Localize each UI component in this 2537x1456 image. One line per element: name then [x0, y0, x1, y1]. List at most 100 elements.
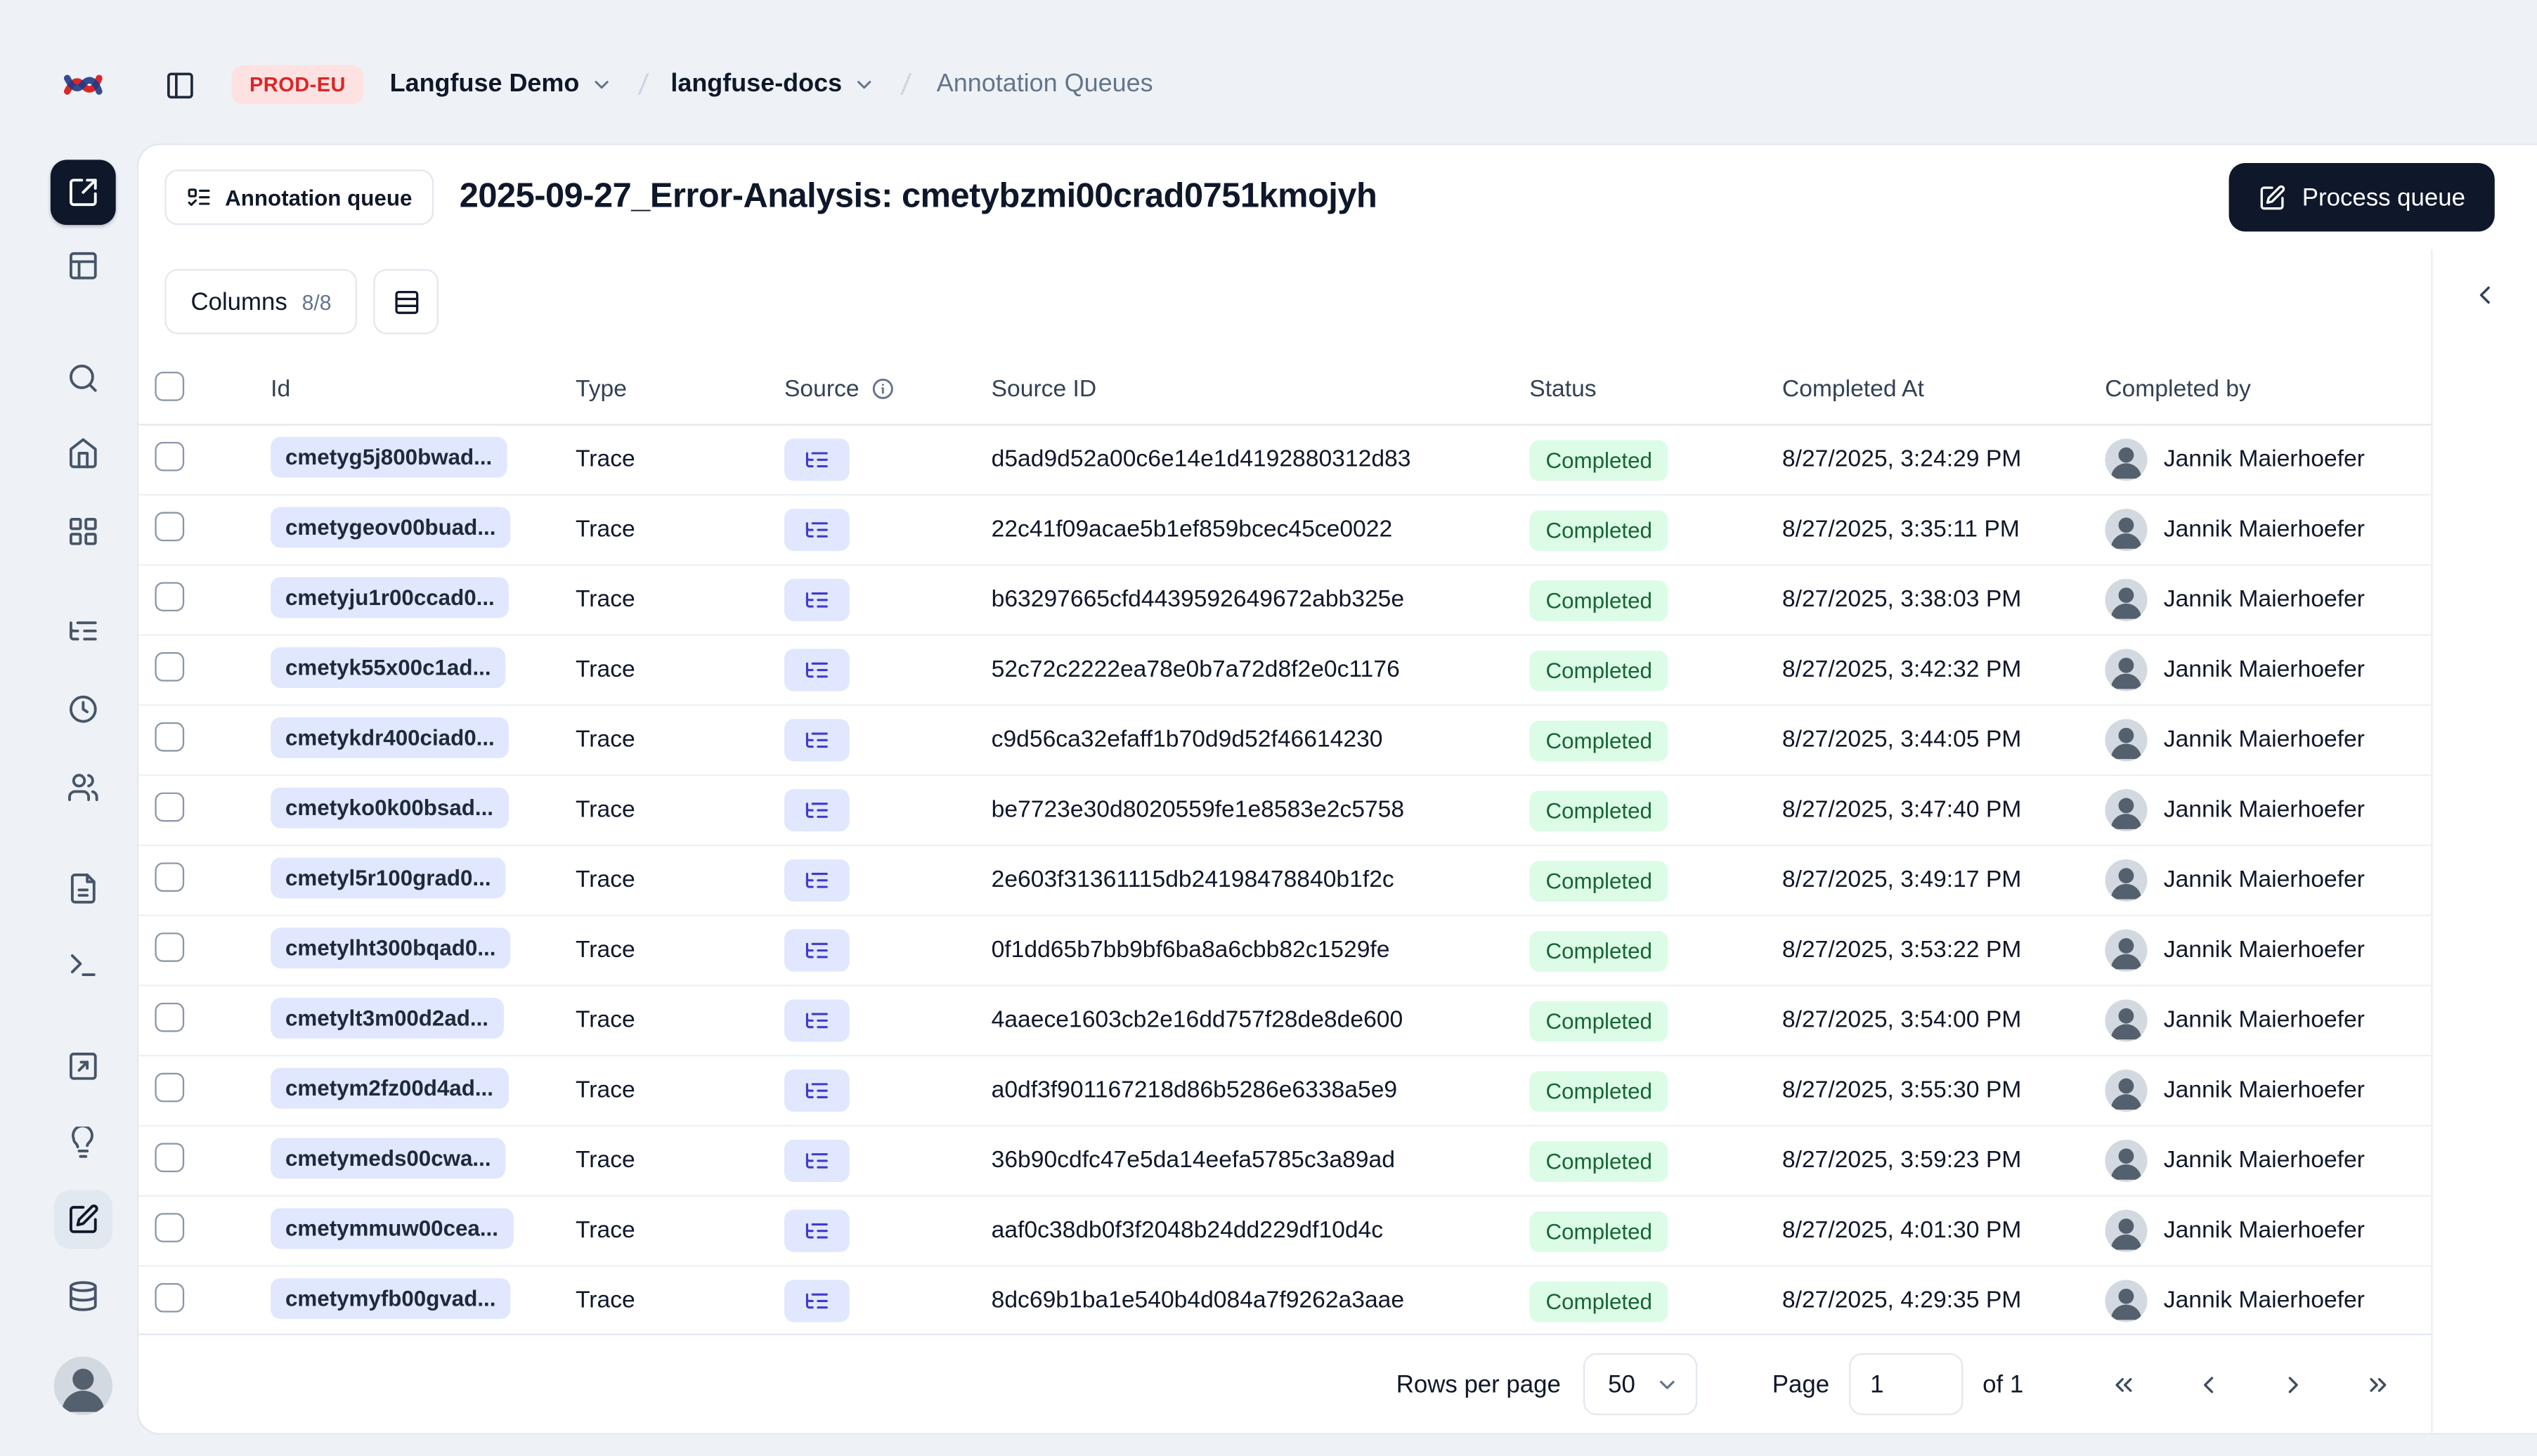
row-id-link[interactable]: cmetylht300bqad0...: [271, 926, 511, 968]
row-checkbox[interactable]: [155, 652, 185, 682]
datasets-button[interactable]: [54, 1267, 113, 1326]
chevron-right-icon: [2278, 1370, 2306, 1398]
row-checkbox[interactable]: [155, 792, 185, 822]
source-chip[interactable]: [784, 859, 850, 902]
select-all-checkbox[interactable]: [155, 370, 185, 401]
row-id-link[interactable]: cmetym2fz00d4ad...: [271, 1067, 508, 1108]
row-id-link[interactable]: cmetyju1r00ccad0...: [271, 576, 510, 618]
process-queue-button[interactable]: Process queue: [2228, 163, 2495, 232]
row-id-link[interactable]: cmetyg5j800bwad...: [271, 436, 507, 477]
process-queue-label: Process queue: [2302, 183, 2465, 212]
row-completed-at: 8/27/2025, 4:01:30 PM: [1782, 1218, 2022, 1244]
row-height-button[interactable]: [373, 268, 439, 334]
users-button[interactable]: [54, 758, 113, 817]
prompts-button[interactable]: [54, 936, 113, 995]
trace-tree-icon: [804, 727, 830, 753]
columns-button[interactable]: Columns 8/8: [164, 268, 358, 334]
source-chip[interactable]: [784, 719, 850, 762]
dashboards-button[interactable]: [54, 502, 113, 561]
table-row[interactable]: cmetymyfb00gvad... Trace 8dc69b1ba1e540b…: [138, 1267, 2431, 1334]
rows-per-page-select[interactable]: 50: [1583, 1353, 1698, 1415]
source-chip[interactable]: [784, 1139, 850, 1183]
row-checkbox[interactable]: [155, 1213, 185, 1242]
row-checkbox[interactable]: [155, 932, 185, 962]
table-row[interactable]: cmetyk55x00c1ad... Trace 52c72c2222ea78e…: [138, 636, 2432, 706]
row-checkbox[interactable]: [155, 1072, 185, 1103]
table-view-icon: [67, 249, 99, 282]
row-source-id: 4aaece1603cb2e16dd757f28de8de600: [991, 1007, 1403, 1034]
row-checkbox[interactable]: [155, 582, 185, 612]
table-row[interactable]: cmetykdr400ciad0... Trace c9d56ca32efaff…: [138, 706, 2432, 776]
source-chip[interactable]: [784, 508, 850, 552]
source-chip[interactable]: [784, 438, 850, 481]
source-chip[interactable]: [784, 649, 850, 691]
source-chip[interactable]: [784, 1280, 850, 1322]
annotation-queues-button[interactable]: [53, 1190, 113, 1249]
table-row[interactable]: cmetygeov00buad... Trace 22c41f09acae5b1…: [138, 495, 2432, 566]
main-panel: Annotation queue 2025-09-27_Error-Analys…: [136, 143, 2537, 1435]
table-row[interactable]: cmetymeds00cwa... Trace 36b90cdfc47e5da1…: [138, 1126, 2432, 1197]
row-id-link[interactable]: cmetymyfb00gvad...: [271, 1277, 511, 1318]
sessions-button[interactable]: [54, 680, 113, 739]
first-page-button[interactable]: [2095, 1356, 2150, 1412]
tracing-icon: [67, 615, 99, 647]
breadcrumb-project[interactable]: langfuse-docs: [670, 70, 876, 100]
row-id-link[interactable]: cmetymmuw00cea...: [271, 1207, 513, 1249]
playground-button[interactable]: [54, 1037, 113, 1096]
sessions-icon: [67, 693, 99, 725]
row-checkbox[interactable]: [155, 862, 185, 892]
row-status-badge: Completed: [1529, 930, 1669, 971]
table-view-button[interactable]: [54, 236, 113, 295]
source-chip[interactable]: [784, 929, 850, 972]
info-icon[interactable]: [871, 377, 895, 401]
source-chip[interactable]: [784, 1069, 850, 1112]
table-row[interactable]: cmetyko0k00bsad... Trace be7723e30d80205…: [138, 776, 2432, 847]
row-completed-at: 8/27/2025, 3:24:29 PM: [1782, 446, 2022, 473]
users-icon: [67, 771, 99, 803]
table-row[interactable]: cmetymmuw00cea... Trace aaf0c38db0f3f204…: [138, 1197, 2432, 1267]
row-checkbox[interactable]: [155, 722, 185, 752]
source-chip[interactable]: [784, 578, 850, 621]
next-page-button[interactable]: [2265, 1356, 2321, 1412]
user-menu-avatar[interactable]: [53, 1356, 113, 1415]
scores-button[interactable]: [54, 859, 113, 918]
environment-badge[interactable]: PROD-EU: [231, 65, 364, 105]
breadcrumb-page[interactable]: Annotation Queues: [937, 70, 1153, 100]
table-row[interactable]: cmetyl5r100grad0... Trace 2e603f31361115…: [138, 846, 2432, 916]
table-row[interactable]: cmetyg5j800bwad... Trace d5ad9d52a00c6e1…: [138, 426, 2432, 496]
row-checkbox[interactable]: [155, 512, 185, 542]
langfuse-logo-icon[interactable]: [62, 63, 104, 105]
previous-page-button[interactable]: [2180, 1356, 2236, 1412]
table-row[interactable]: cmetylt3m00d2ad... Trace 4aaece1603cb2e1…: [138, 987, 2432, 1057]
open-external-button[interactable]: [50, 160, 116, 226]
breadcrumb-organization[interactable]: Langfuse Demo: [390, 70, 614, 100]
row-id-link[interactable]: cmetygeov00buad...: [271, 506, 511, 547]
table-row[interactable]: cmetyju1r00ccad0... Trace b63297665cfd44…: [138, 566, 2432, 636]
table-row[interactable]: cmetylht300bqad0... Trace 0f1dd65b7bb9bf…: [138, 916, 2432, 987]
source-chip[interactable]: [784, 999, 850, 1042]
row-id-link[interactable]: cmetylt3m00d2ad...: [271, 996, 503, 1038]
row-id-link[interactable]: cmetykdr400ciad0...: [271, 716, 510, 758]
row-id-link[interactable]: cmetymeds00cwa...: [271, 1137, 506, 1178]
source-chip[interactable]: [784, 788, 850, 832]
evaluation-button[interactable]: [54, 1114, 113, 1173]
row-checkbox[interactable]: [155, 1002, 185, 1032]
row-checkbox[interactable]: [155, 441, 185, 472]
table-header-row: Id Type Source Source ID Status Complete…: [138, 353, 2432, 426]
row-id-link[interactable]: cmetyl5r100grad0...: [271, 857, 506, 898]
collapse-panel-button[interactable]: [2459, 269, 2511, 321]
table-row[interactable]: cmetym2fz00d4ad... Trace a0df3f901167218…: [138, 1056, 2432, 1127]
search-icon: [67, 362, 99, 394]
home-button[interactable]: [54, 424, 113, 483]
row-completed-at: 8/27/2025, 3:42:32 PM: [1782, 657, 2022, 684]
tracing-button[interactable]: [54, 602, 113, 661]
row-checkbox[interactable]: [155, 1143, 185, 1173]
search-button[interactable]: [54, 349, 113, 408]
sidebar-toggle-button[interactable]: [153, 59, 205, 111]
row-checkbox[interactable]: [155, 1282, 185, 1313]
last-page-button[interactable]: [2349, 1356, 2405, 1412]
row-id-link[interactable]: cmetyko0k00bsad...: [271, 786, 508, 828]
source-chip[interactable]: [784, 1209, 850, 1252]
page-number-input[interactable]: [1848, 1353, 1964, 1415]
row-id-link[interactable]: cmetyk55x00c1ad...: [271, 646, 506, 687]
